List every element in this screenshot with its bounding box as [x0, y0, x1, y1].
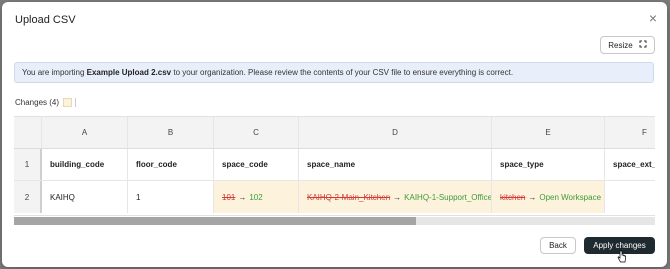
new-value: Open Workspace [539, 192, 602, 202]
table-cell[interactable]: space_code [214, 149, 299, 180]
table-cell[interactable]: building_code [42, 149, 128, 180]
old-value: kitchen [500, 192, 526, 202]
row-number[interactable]: 2 [14, 181, 42, 213]
column-letter[interactable]: C [214, 117, 299, 148]
table-cell[interactable] [605, 181, 655, 213]
new-value: KAIHQ-1-Support_Office [404, 192, 492, 202]
changes-legend: Changes (4) [15, 98, 77, 107]
table-cell[interactable]: space_name [299, 149, 492, 180]
scrollbar-thumb[interactable] [14, 217, 416, 225]
info-filename: Example Upload 2.csv [86, 68, 172, 77]
column-letter[interactable]: B [128, 117, 214, 148]
change-arrow: → [528, 192, 537, 202]
close-icon[interactable]: × [646, 11, 660, 25]
table-row: 1 building_code floor_code space_code sp… [14, 149, 655, 181]
dialog-title: Upload CSV [15, 14, 76, 26]
new-value: 102 [249, 192, 263, 202]
table-cell[interactable]: space_ext_ [605, 149, 655, 180]
table-cell[interactable]: space_type [492, 149, 605, 180]
table-cell[interactable]: 1 [128, 181, 214, 213]
changed-cell[interactable]: kitchen → Open Workspace [492, 181, 605, 213]
column-letter[interactable]: E [492, 117, 605, 148]
pointer-cursor-icon [617, 250, 626, 263]
changed-cell[interactable]: KAIHQ-2-Main_Kitchen → KAIHQ-1-Support_Off… [299, 181, 492, 213]
column-letter[interactable]: F [605, 117, 655, 148]
change-arrow: → [238, 192, 247, 202]
resize-label: Resize [608, 40, 633, 50]
column-letter-row: A B C D E F [14, 117, 655, 149]
changed-cell[interactable]: 101 → 102 [214, 181, 299, 213]
import-info-banner: You are importing Example Upload 2.csv t… [14, 62, 654, 83]
column-letter[interactable]: A [42, 117, 128, 148]
info-prefix: You are importing [22, 68, 87, 77]
table-cell[interactable]: KAIHQ [42, 181, 128, 213]
corner-cell [14, 117, 42, 148]
row-number[interactable]: 1 [14, 149, 42, 180]
changes-divider [75, 98, 77, 107]
column-letter[interactable]: D [299, 117, 492, 148]
changes-label: Changes (4) [15, 98, 60, 107]
changes-color-swatch [63, 98, 73, 107]
horizontal-scrollbar[interactable] [14, 217, 655, 225]
expand-icon [639, 40, 647, 50]
csv-preview-grid[interactable]: A B C D E F 1 building_code floor_code s… [14, 116, 655, 216]
table-row: 2 KAIHQ 1 101 → 102 KAIHQ-2-Main_Kitchen → K… [14, 181, 655, 213]
upload-csv-dialog: Upload CSV × Resize You are importing Ex… [2, 2, 667, 267]
back-button[interactable]: Back [540, 237, 576, 254]
info-suffix: to your organization. Please review the … [171, 68, 514, 77]
table-cell[interactable]: floor_code [128, 149, 214, 180]
change-arrow: → [393, 192, 402, 202]
old-value: 101 [222, 192, 236, 202]
old-value: KAIHQ-2-Main_Kitchen [307, 192, 391, 202]
resize-button[interactable]: Resize [600, 36, 655, 54]
